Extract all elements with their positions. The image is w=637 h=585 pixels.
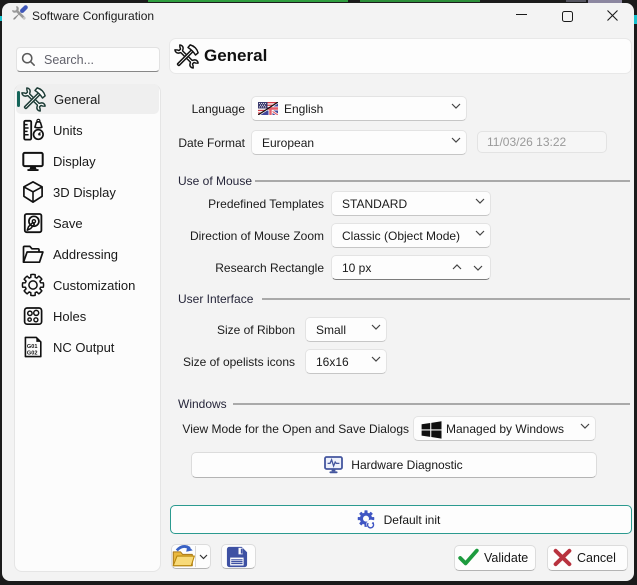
- svg-text:G01: G01: [27, 344, 38, 350]
- svg-text:G02: G02: [27, 350, 38, 356]
